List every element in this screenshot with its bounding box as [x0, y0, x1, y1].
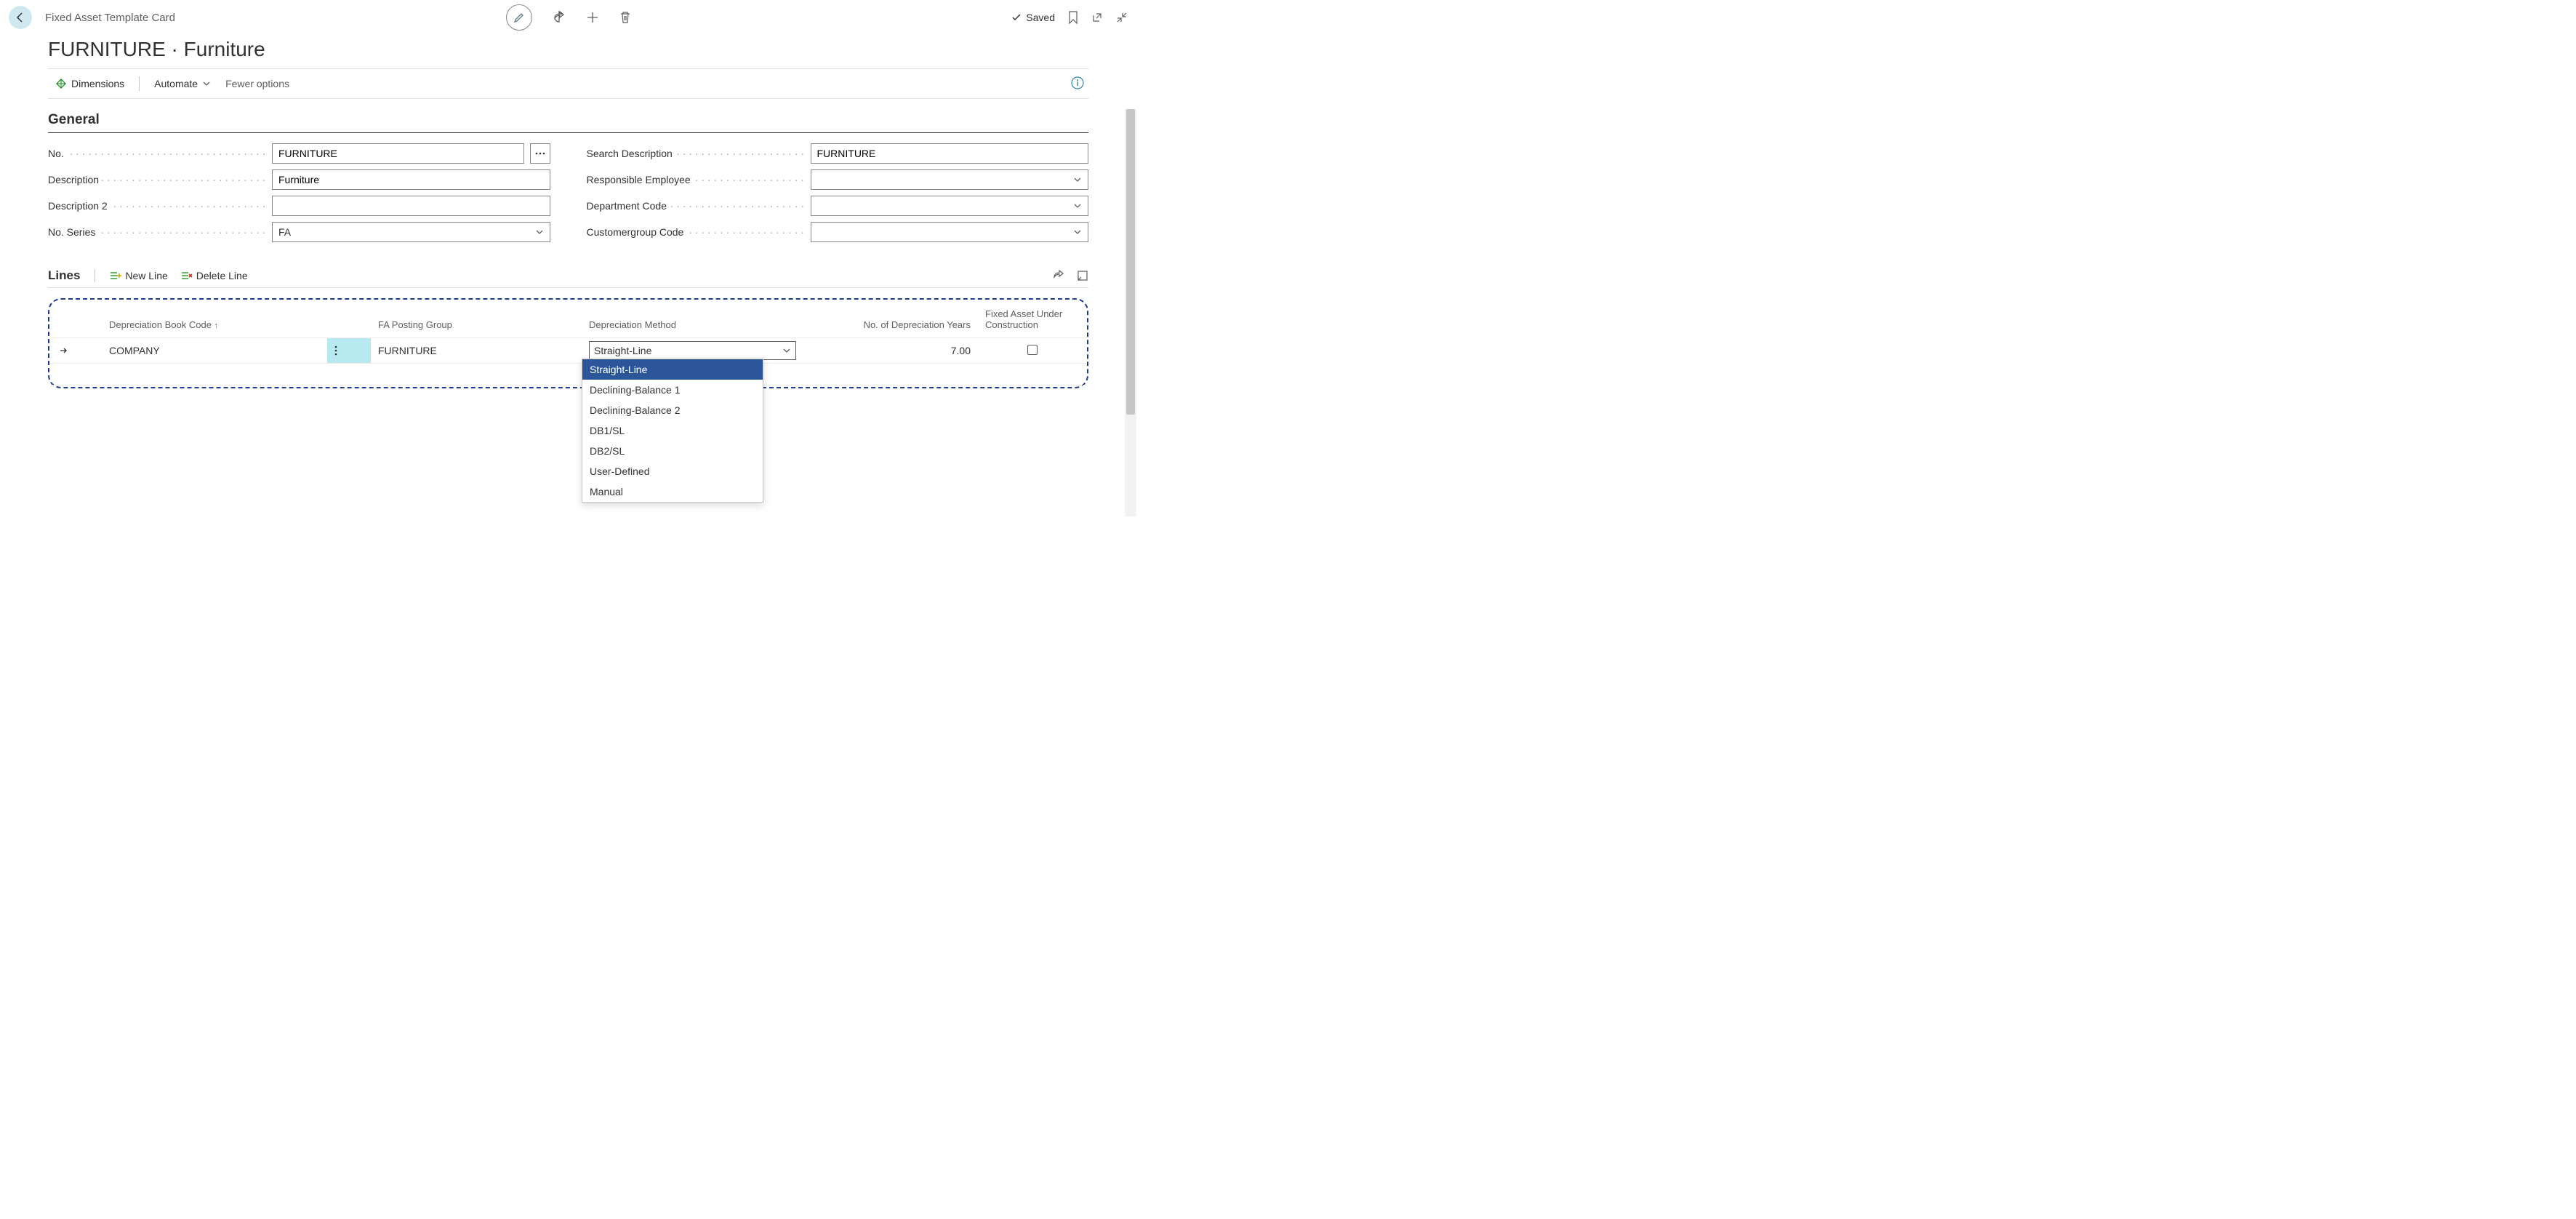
label-customergroup-code: Customergroup Code	[587, 226, 805, 238]
bookmark-button[interactable]	[1068, 11, 1078, 24]
dimensions-label: Dimensions	[71, 78, 124, 89]
label-responsible-employee: Responsible Employee	[587, 174, 805, 185]
table-row-empty[interactable]	[51, 364, 1087, 385]
search-description-field[interactable]	[811, 143, 1089, 164]
saved-label: Saved	[1026, 12, 1055, 23]
no-series-field[interactable]: FA	[272, 222, 550, 242]
lines-share-button[interactable]	[1052, 270, 1064, 281]
label-no: No.	[48, 148, 266, 159]
dep-method-option[interactable]: Manual	[582, 481, 763, 502]
col-fa-posting-group[interactable]: FA Posting Group	[371, 301, 582, 338]
chevron-down-icon	[202, 79, 211, 88]
new-button[interactable]	[586, 11, 599, 24]
info-button[interactable]	[1071, 76, 1084, 89]
dep-method-option[interactable]: Declining-Balance 1	[582, 380, 763, 400]
bookmark-icon	[1068, 11, 1078, 24]
delete-line-label: Delete Line	[196, 270, 248, 281]
chevron-down-icon	[782, 346, 791, 355]
more-vertical-icon	[334, 345, 337, 356]
row-menu-button[interactable]	[327, 338, 371, 364]
page-title: FURNITURE · Furniture	[0, 35, 1136, 68]
responsible-employee-field[interactable]	[811, 169, 1089, 190]
dep-method-option[interactable]: DB1/SL	[582, 420, 763, 441]
separator	[139, 76, 140, 91]
dep-method-option[interactable]: Declining-Balance 2	[582, 400, 763, 420]
delete-button[interactable]	[619, 11, 631, 24]
cell-fauc[interactable]	[978, 338, 1087, 364]
col-dep-method[interactable]: Depreciation Method	[582, 301, 803, 338]
label-description: Description	[48, 174, 266, 185]
dep-method-select[interactable]: Straight-Line	[589, 341, 796, 360]
lines-grid-region: Depreciation Book Code ↑ FA Posting Grou…	[48, 298, 1088, 388]
chevron-down-icon	[1073, 228, 1082, 236]
cell-fa-posting-group[interactable]: FURNITURE	[371, 338, 582, 364]
expand-icon	[1077, 270, 1088, 281]
chevron-down-icon	[1073, 201, 1082, 210]
dep-method-dropdown[interactable]: Straight-LineDeclining-Balance 1Declinin…	[582, 359, 763, 503]
scrollbar-thumb[interactable]	[1126, 109, 1135, 415]
no-series-value: FA	[278, 226, 291, 238]
department-code-field[interactable]	[811, 196, 1089, 216]
table-row[interactable]: COMPANY FURNITURE Straight-Line Strai	[51, 338, 1087, 364]
pencil-icon	[513, 12, 525, 23]
dimensions-action[interactable]: Dimensions	[55, 78, 124, 89]
dep-method-value: Straight-Line	[594, 345, 782, 356]
fauc-checkbox[interactable]	[1027, 345, 1038, 355]
back-button[interactable]	[9, 6, 32, 29]
dep-method-option[interactable]: Straight-Line	[582, 359, 763, 380]
cell-dep-book[interactable]: COMPANY	[102, 338, 327, 364]
plus-icon	[586, 11, 599, 24]
no-lookup-button[interactable]	[530, 143, 550, 164]
dimensions-icon	[55, 78, 67, 89]
edit-button[interactable]	[506, 4, 532, 31]
ellipsis-icon	[535, 152, 545, 155]
chevron-down-icon	[535, 228, 544, 236]
arrow-right-icon	[58, 345, 68, 356]
general-section-title: General	[48, 112, 1088, 133]
dep-method-option[interactable]: User-Defined	[582, 461, 763, 481]
popout-button[interactable]	[1091, 12, 1103, 23]
dep-method-option[interactable]: DB2/SL	[582, 441, 763, 461]
new-line-action[interactable]: New Line	[110, 270, 167, 281]
share-button[interactable]	[553, 11, 566, 24]
collapse-button[interactable]	[1116, 12, 1128, 23]
delete-line-action[interactable]: Delete Line	[181, 270, 248, 281]
share-icon	[1052, 270, 1064, 281]
automate-action[interactable]: Automate	[154, 78, 211, 89]
delete-line-icon	[181, 271, 193, 281]
breadcrumb: Fixed Asset Template Card	[45, 12, 175, 24]
saved-indicator: Saved	[1011, 12, 1055, 23]
col-years[interactable]: No. of Depreciation Years	[803, 301, 978, 338]
share-icon	[553, 11, 566, 24]
description-field[interactable]	[272, 169, 550, 190]
lines-expand-button[interactable]	[1077, 270, 1088, 281]
fewer-options-action[interactable]: Fewer options	[225, 78, 289, 89]
label-department-code: Department Code	[587, 200, 805, 212]
arrow-left-icon	[15, 12, 26, 23]
cell-dep-method[interactable]: Straight-Line Straight-LineDeclining-Bal…	[582, 338, 803, 364]
info-icon	[1071, 76, 1084, 89]
label-search-description: Search Description	[587, 148, 805, 159]
scrollbar[interactable]	[1125, 109, 1136, 516]
cell-years[interactable]: 7.00	[803, 338, 978, 364]
label-description2: Description 2	[48, 200, 266, 212]
collapse-icon	[1116, 12, 1128, 23]
sort-asc-icon: ↑	[214, 321, 219, 330]
automate-label: Automate	[154, 78, 198, 89]
no-field[interactable]	[272, 143, 524, 164]
lines-title: Lines	[48, 268, 80, 283]
col-dep-book[interactable]: Depreciation Book Code ↑	[102, 301, 327, 338]
check-icon	[1011, 12, 1022, 23]
popout-icon	[1091, 12, 1103, 23]
chevron-down-icon	[1073, 175, 1082, 184]
customergroup-code-field[interactable]	[811, 222, 1089, 242]
new-line-icon	[110, 271, 121, 281]
col-fauc[interactable]: Fixed Asset Under Construction	[978, 301, 1087, 338]
label-no-series: No. Series	[48, 226, 266, 238]
new-line-label: New Line	[125, 270, 167, 281]
trash-icon	[619, 11, 631, 24]
description2-field[interactable]	[272, 196, 550, 216]
